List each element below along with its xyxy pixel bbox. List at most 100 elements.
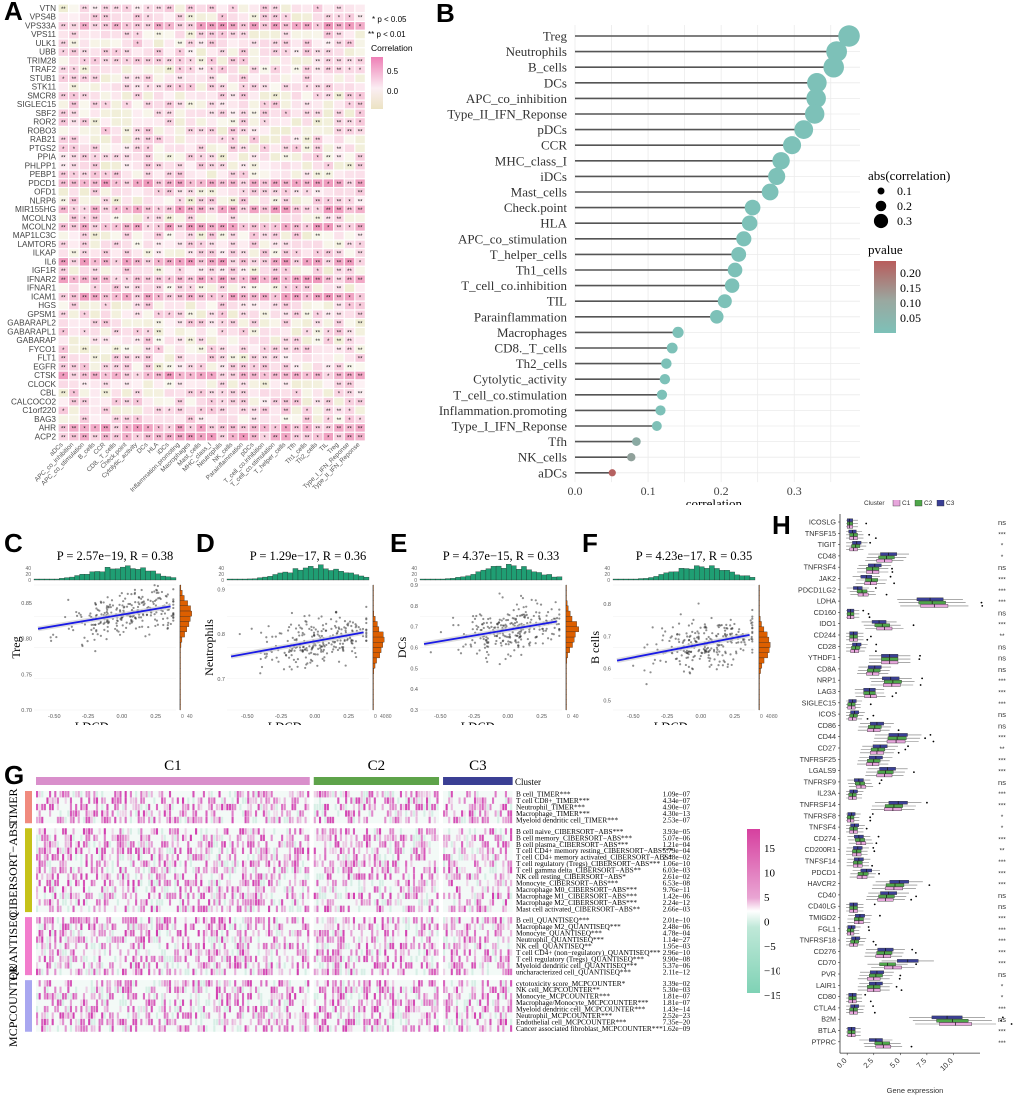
hist-tick: 20 <box>411 572 417 578</box>
significance-star: ** <box>231 217 236 223</box>
heatmap-cell <box>288 847 291 855</box>
category-label: T_helper_cells <box>490 247 567 262</box>
top-histogram-bar <box>693 565 700 581</box>
significance-star: ** <box>273 435 278 441</box>
heatmap-cell <box>80 847 83 855</box>
significance-star: ** <box>231 33 236 39</box>
heatmap-cell <box>119 810 122 817</box>
heatmap-cell <box>154 153 164 161</box>
significance-star: ** <box>220 383 225 389</box>
heatmap-cell <box>365 828 369 835</box>
significance-star: ** <box>167 59 172 65</box>
significance-star: ** <box>241 77 246 83</box>
heatmap-cell <box>116 797 119 804</box>
heatmap-cell <box>111 810 114 817</box>
heatmap-cell <box>313 854 316 861</box>
row-label: IL6 <box>45 257 57 266</box>
right-histogram-bar <box>758 631 768 638</box>
x-axis-label: LDCD scores <box>75 720 144 725</box>
heatmap-cell <box>217 118 227 126</box>
scatter-point <box>538 617 541 620</box>
scatter-point <box>499 641 502 645</box>
lollipop-dot <box>783 136 802 155</box>
heatmap-cell <box>249 810 252 817</box>
scatter-point <box>703 632 706 635</box>
scatter-point <box>534 642 537 645</box>
scatter-point <box>302 645 305 649</box>
heatmap-cell <box>318 791 322 798</box>
heatmap-cell <box>281 841 284 848</box>
lollipop-dot <box>727 262 743 278</box>
significance-star: ** <box>167 103 172 109</box>
heatmap-cell <box>323 389 333 397</box>
scatter-point <box>708 659 711 663</box>
significance-star: ** <box>337 339 342 345</box>
scatter-point <box>522 613 526 616</box>
heatmap-cell <box>140 803 143 811</box>
heatmap-cell <box>79 406 90 415</box>
scatter-point <box>137 596 140 599</box>
heatmap-cell <box>392 803 395 811</box>
heatmap-cell <box>360 791 363 798</box>
heatmap-cell <box>101 816 104 824</box>
top-histogram-bar <box>120 566 126 581</box>
heatmap-cell <box>175 415 185 423</box>
heatmap-cell <box>69 810 72 817</box>
heatmap-cell <box>399 847 402 855</box>
significance-star: ** <box>273 199 278 205</box>
heatmap-cell <box>326 834 329 842</box>
scatter-point <box>323 656 326 659</box>
heatmap-cell <box>93 791 96 798</box>
heatmap-cell <box>433 803 436 811</box>
heatmap-cell <box>143 284 153 292</box>
heatmap-cell <box>205 828 208 835</box>
significance-star: ** <box>156 7 161 13</box>
significance-star: ** <box>178 383 183 389</box>
heatmap-cell <box>399 816 402 824</box>
significance-star: ** <box>231 112 236 118</box>
heatmap-cell <box>321 810 324 817</box>
heatmap-cell <box>205 816 208 824</box>
heatmap-cell <box>347 816 350 824</box>
significance-star: ** <box>135 339 140 345</box>
heatmap-cell <box>69 841 72 848</box>
heatmap-cell <box>51 803 54 811</box>
top-histogram-bar <box>460 576 466 581</box>
scatter-point <box>320 615 323 618</box>
scatter-point <box>350 650 354 653</box>
heatmap-cell <box>111 144 121 152</box>
heatmap-cell <box>249 336 259 345</box>
significance-star: ** <box>103 409 108 415</box>
heatmap-cell <box>179 810 182 817</box>
heatmap-cell <box>168 810 172 817</box>
heatmap-cell <box>407 797 410 804</box>
scatter-point <box>494 626 497 629</box>
significance-star: ** <box>273 103 278 109</box>
heatmap-cell <box>260 319 270 327</box>
right-histogram-bar <box>179 699 181 705</box>
heatmap-cell <box>265 816 268 824</box>
heatmap-cell <box>291 170 302 179</box>
heatmap-cell <box>38 810 41 817</box>
right-histogram-bar <box>372 610 374 617</box>
right-histogram-bar <box>372 605 374 612</box>
heatmap-cell <box>492 828 495 835</box>
heatmap-cell <box>410 791 413 798</box>
heatmap-cell <box>85 834 88 842</box>
heatmap-cell <box>207 284 217 292</box>
heatmap-cell <box>132 406 143 415</box>
significance-star: ** <box>125 365 130 371</box>
heatmap-row-bg <box>443 828 513 835</box>
heatmap-cell <box>231 816 234 824</box>
y-tick-label: 0.7 <box>410 625 418 631</box>
significance-star: ** <box>135 86 140 92</box>
significance-star: ** <box>252 435 257 441</box>
significance-star: ** <box>125 86 130 92</box>
heatmap-cell <box>458 847 461 855</box>
heatmap-cell <box>344 231 355 240</box>
heatmap-cell <box>90 415 100 423</box>
significance-star: ** <box>135 287 140 293</box>
significance-star: ** <box>294 435 299 441</box>
scatter-point <box>530 618 533 621</box>
heatmap-cell <box>228 336 238 345</box>
